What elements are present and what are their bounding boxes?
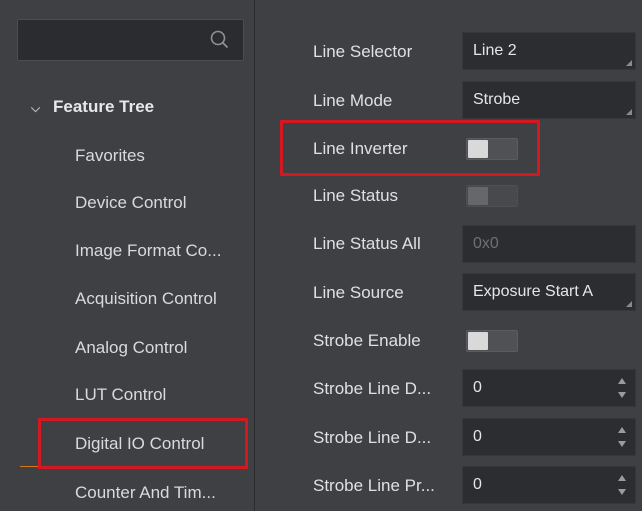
tree-item-device-control[interactable]: Device Control	[75, 186, 187, 220]
tree-item-acquisition-control[interactable]: Acquisition Control	[75, 282, 217, 316]
spinner-arrows-icon[interactable]	[617, 376, 627, 400]
highlight-box-line-inverter	[280, 120, 540, 176]
line-selector-dropdown[interactable]: Line 2	[462, 32, 636, 70]
toggle-knob	[468, 332, 488, 350]
dropdown-corner-icon	[626, 301, 632, 307]
line-source-value: Exposure Start A	[473, 283, 594, 300]
line-mode-value: Strobe	[473, 91, 521, 108]
label-line-source: Line Source	[313, 283, 404, 302]
search-input[interactable]	[17, 19, 244, 61]
toggle-knob	[468, 187, 488, 205]
spinner-arrows-icon[interactable]	[617, 425, 627, 449]
label-strobe-line-duration: Strobe Line D...	[313, 379, 432, 398]
label-line-status-all: Line Status All	[313, 234, 421, 253]
line-mode-dropdown[interactable]: Strobe	[462, 81, 636, 119]
label-strobe-line-delay: Strobe Line D...	[313, 428, 432, 447]
label-line-selector: Line Selector	[313, 42, 413, 61]
line-status-all-field: 0x0	[462, 225, 636, 263]
selection-indicator	[20, 466, 38, 467]
line-selector-value: Line 2	[473, 42, 517, 59]
search-icon[interactable]	[209, 29, 231, 51]
label-strobe-enable: Strobe Enable	[313, 331, 421, 350]
line-status-all-value: 0x0	[473, 235, 499, 252]
highlight-box-digital-io	[38, 418, 248, 469]
strobe-line-pre-delay-input[interactable]: 0	[462, 466, 636, 504]
tree-item-favorites[interactable]: Favorites	[75, 139, 145, 173]
feature-tree-header[interactable]: ⌵ Feature Tree	[31, 90, 154, 124]
strobe-line-delay-input[interactable]: 0	[462, 418, 636, 456]
spinner-arrows-icon[interactable]	[617, 473, 627, 497]
label-line-mode: Line Mode	[313, 91, 393, 110]
chevron-down-icon[interactable]: ⌵	[31, 91, 53, 125]
strobe-enable-toggle[interactable]	[466, 330, 518, 352]
tree-item-analog-control[interactable]: Analog Control	[75, 331, 187, 365]
dropdown-corner-icon	[626, 109, 632, 115]
feature-tree-title: Feature Tree	[53, 97, 155, 116]
label-strobe-line-pre-delay: Strobe Line Pr...	[313, 476, 435, 495]
tree-item-lut-control[interactable]: LUT Control	[75, 378, 166, 412]
strobe-line-pre-delay-value: 0	[473, 476, 482, 493]
tree-item-image-format-control[interactable]: Image Format Co...	[75, 234, 221, 268]
tree-item-counter-and-timer-control[interactable]: Counter And Tim...	[75, 476, 216, 510]
line-source-dropdown[interactable]: Exposure Start A	[462, 273, 636, 311]
label-line-status: Line Status	[313, 186, 399, 205]
dropdown-corner-icon	[626, 60, 632, 66]
strobe-line-duration-value: 0	[473, 379, 482, 396]
strobe-line-delay-value: 0	[473, 428, 482, 445]
strobe-line-duration-input[interactable]: 0	[462, 369, 636, 407]
line-status-toggle	[466, 185, 518, 207]
